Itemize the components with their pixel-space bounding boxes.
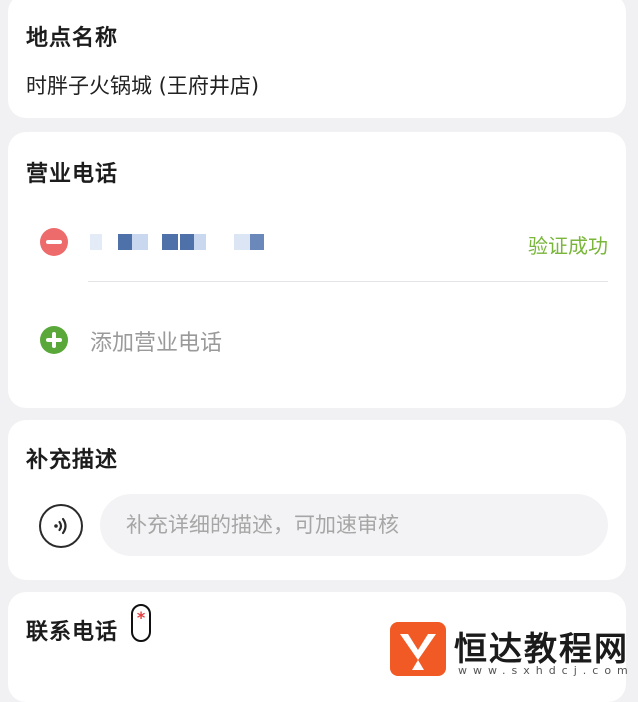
watermark-logo-icon <box>390 622 446 676</box>
masked-phone-number <box>90 234 270 252</box>
description-title: 补充描述 <box>26 448 119 473</box>
remove-icon[interactable] <box>40 228 68 256</box>
description-card: 补充描述 补充详细的描述，可加速审核 <box>8 420 626 580</box>
business-phone-title: 营业电话 <box>26 162 119 187</box>
voice-icon <box>54 517 67 535</box>
watermark-url: www.sxhdcj.com <box>458 664 634 677</box>
voice-input-button[interactable] <box>39 504 83 548</box>
divider <box>88 281 608 282</box>
verify-status-badge: 验证成功 <box>528 234 608 258</box>
plus-circle-icon[interactable] <box>40 326 68 354</box>
add-phone-label[interactable]: 添加营业电话 <box>90 325 222 357</box>
location-name-value[interactable]: 时胖子火锅城 (王府井店) <box>26 70 259 100</box>
location-title: 地点名称 <box>26 26 119 51</box>
add-phone-button[interactable]: 添加营业电话 <box>8 322 626 362</box>
required-mark: * <box>131 604 151 642</box>
phone-entry-row: 验证成功 <box>8 218 626 268</box>
business-phone-card: 营业电话 验证成功 添加营业电话 <box>8 132 626 408</box>
description-input[interactable]: 补充详细的描述，可加速审核 <box>100 494 608 556</box>
watermark: 恒达教程网 www.sxhdcj.com <box>388 620 638 682</box>
location-card: 地点名称 时胖子火锅城 (王府井店) <box>8 0 626 118</box>
watermark-text: 恒达教程网 <box>454 629 629 668</box>
contact-phone-title: 联系电话 <box>26 620 119 645</box>
